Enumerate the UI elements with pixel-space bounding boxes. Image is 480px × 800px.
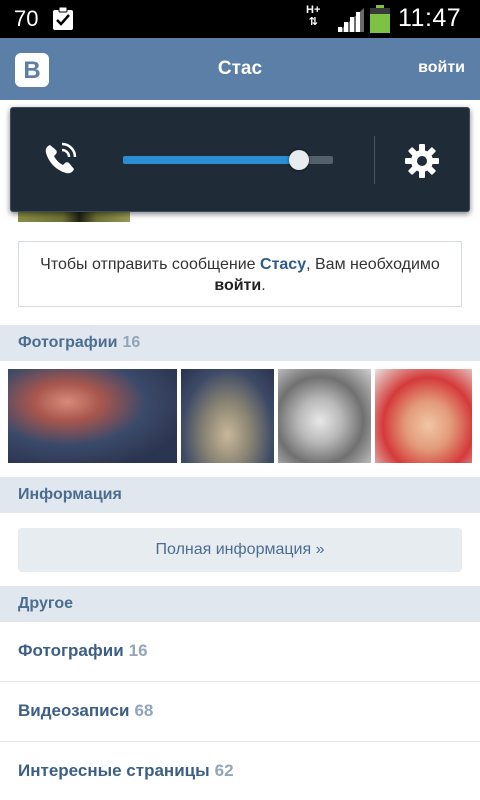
photos-section-header[interactable]: Фотографии 16 (0, 325, 480, 361)
volume-slider-fill (123, 156, 300, 164)
list-item-count: 16 (128, 641, 148, 660)
clock: 11:47 (398, 4, 462, 32)
overlay-divider (374, 136, 375, 184)
login-to-message-notice: Чтобы отправить сообщение Стасу, Вам нео… (18, 241, 462, 307)
photo-thumbnail[interactable] (181, 369, 274, 463)
notice-text: . (261, 277, 266, 294)
full-info-button[interactable]: Полная информация » (18, 528, 462, 572)
network-type: H+ (306, 4, 321, 16)
notification-count: 70 (14, 6, 39, 31)
section-title: Информация (18, 486, 122, 503)
section-count: 16 (122, 334, 141, 351)
photo-thumbnail[interactable] (8, 369, 177, 463)
status-bar: 70 H+ ⇅ 11:47 (0, 0, 480, 38)
list-item-interesting-pages[interactable]: Интересные страницы 62 (0, 742, 480, 800)
login-link[interactable]: войти (214, 277, 261, 294)
battery-icon (370, 5, 390, 33)
gear-icon[interactable] (404, 143, 440, 179)
signal-icon (338, 8, 364, 32)
phone-call-icon[interactable] (41, 140, 79, 178)
app-header: B Стас войти (0, 38, 480, 100)
list-item-count: 62 (214, 761, 234, 780)
section-title: Другое (18, 595, 73, 612)
list-item-label: Видеозаписи (18, 701, 130, 720)
photo-strip (0, 361, 480, 471)
volume-overlay (10, 107, 470, 212)
info-section-header: Информация (0, 477, 480, 513)
photo-thumbnail[interactable] (278, 369, 371, 463)
section-title: Фотографии (18, 334, 118, 351)
volume-slider[interactable] (123, 150, 333, 170)
clipboard-check-icon (53, 7, 73, 30)
list-item-photos[interactable]: Фотографии 16 (0, 622, 480, 682)
page-title: Стас (217, 58, 263, 79)
info-area: Полная информация » (0, 514, 480, 586)
recipient-link[interactable]: Стасу (260, 256, 306, 273)
notice-text: , Вам необходимо (306, 256, 440, 273)
other-section-header: Другое (0, 586, 480, 622)
network-arrows-icon: ⇅ (308, 16, 318, 28)
notice-text: Чтобы отправить сообщение (40, 256, 261, 273)
list-item-videos[interactable]: Видеозаписи 68 (0, 682, 480, 742)
volume-slider-thumb[interactable] (289, 150, 310, 170)
list-item-count: 68 (134, 701, 154, 720)
login-button[interactable]: войти (418, 59, 465, 77)
photo-thumbnail[interactable] (375, 369, 472, 463)
list-item-label: Интересные страницы (18, 761, 210, 780)
list-item-label: Фотографии (18, 641, 124, 660)
network-indicator: H+ ⇅ (306, 4, 320, 28)
